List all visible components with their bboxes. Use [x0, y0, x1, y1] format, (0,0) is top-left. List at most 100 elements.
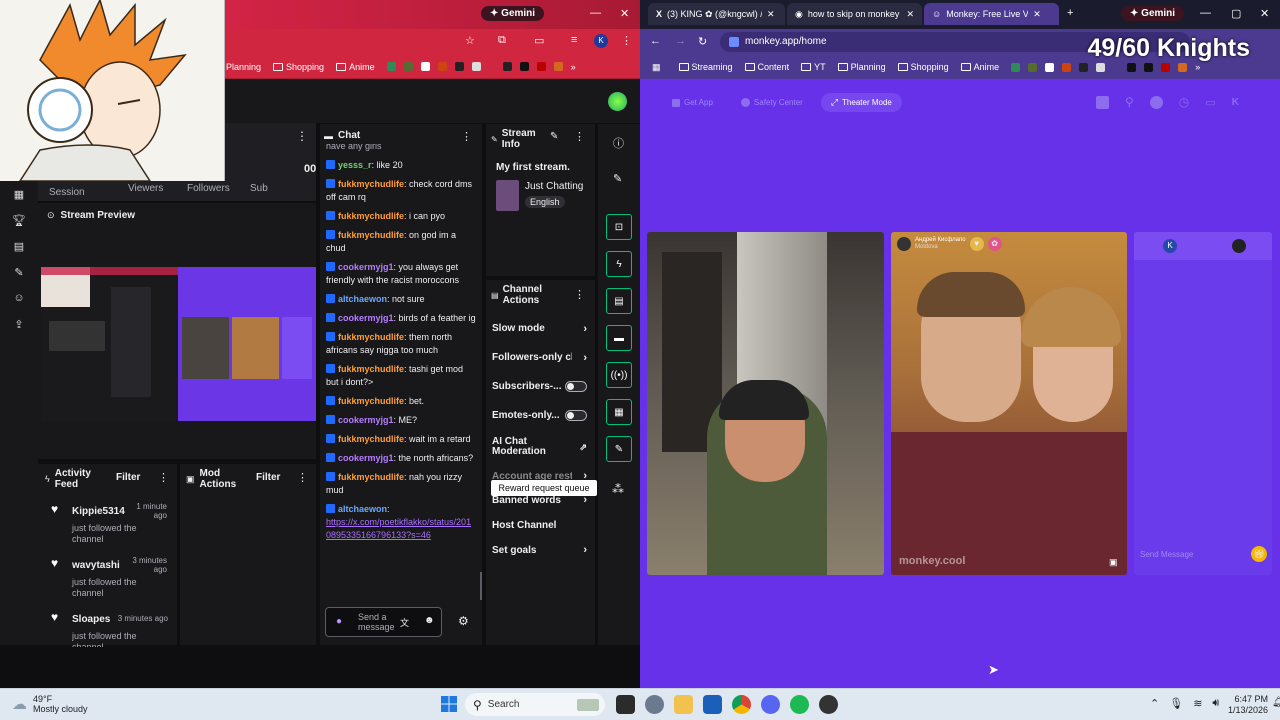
pencil-icon[interactable]: ✎: [613, 172, 622, 185]
chevron-up-icon[interactable]: ⌃: [1150, 697, 1159, 710]
discord-icon[interactable]: [761, 695, 780, 714]
gift-icon[interactable]: ✿: [987, 237, 1002, 251]
lightning-icon[interactable]: ϟ: [606, 251, 632, 277]
minimize-icon[interactable]: —: [1200, 7, 1211, 19]
emote-icon[interactable]: ☻: [424, 615, 435, 626]
gemini-button[interactable]: ✦ Gemini: [1121, 6, 1185, 21]
obs-icon[interactable]: [819, 695, 838, 714]
chat-username[interactable]: fukkmychudlife: [338, 230, 404, 240]
panel-menu-icon[interactable]: ⋮: [574, 130, 585, 143]
site-info-icon[interactable]: [729, 37, 739, 47]
host-channel-item[interactable]: Host Channel: [486, 512, 595, 538]
fullscreen-icon[interactable]: ▣: [1109, 557, 1118, 568]
media-icon[interactable]: ≡: [571, 34, 577, 46]
panel-menu-icon[interactable]: ⋮: [297, 471, 308, 484]
bookmark-content[interactable]: Content: [744, 62, 789, 72]
chat-username[interactable]: altchaewon: [338, 504, 387, 514]
bookmark-icon[interactable]: [1079, 62, 1089, 72]
bookmark-icon[interactable]: [1096, 62, 1106, 72]
gemini-button[interactable]: ✦ Gemini: [481, 6, 545, 21]
chat-username[interactable]: fukkmychudlife: [338, 364, 404, 374]
tab-x[interactable]: X (3) KING ✿ (@kngcwl) / X ✕: [648, 3, 785, 25]
x-icon[interactable]: [502, 62, 512, 71]
panel-menu-icon[interactable]: ⋮: [461, 130, 472, 143]
bookmark-icon[interactable]: [1144, 62, 1154, 72]
self-avatar[interactable]: K: [1163, 239, 1177, 253]
user-avatar[interactable]: [608, 92, 627, 111]
notification-icon[interactable]: 🔔︎: [1272, 697, 1280, 708]
panel-menu-icon[interactable]: ⋮: [296, 129, 308, 143]
volume-icon[interactable]: 🔊︎: [1212, 697, 1219, 710]
activity-item[interactable]: ♥ Sloapes 3 minutes ago just followed th…: [38, 608, 177, 662]
bookmark-icon[interactable]: [553, 62, 563, 71]
activity-item[interactable]: ♥ Kippie5314 1 minute ago just followed …: [38, 500, 177, 554]
community-icon[interactable]: ☺: [0, 285, 38, 311]
bookmark-icon[interactable]: [386, 62, 396, 71]
heart-badge-icon[interactable]: ♥: [969, 237, 984, 251]
chat-username[interactable]: cookermyjg1: [338, 453, 394, 463]
subscribers-only-item[interactable]: Subscribers-...: [486, 372, 595, 401]
menu-icon[interactable]: ⋮: [621, 34, 632, 47]
clock[interactable]: 6:47 PM 1/13/2026: [1228, 694, 1268, 716]
stream-preview-video[interactable]: [41, 267, 316, 421]
bookmark-icon[interactable]: [1045, 62, 1055, 72]
bookmark-streaming[interactable]: Streaming: [678, 62, 733, 72]
category-name[interactable]: Just Chatting: [525, 181, 583, 192]
panel-menu-icon[interactable]: ⋮: [574, 288, 585, 301]
trophy-icon[interactable]: 🏆︎: [0, 207, 38, 233]
safety-center-button[interactable]: Safety Center: [731, 94, 813, 111]
followers-only-item[interactable]: Followers-only ch ›: [486, 343, 595, 372]
get-app-button[interactable]: Get App: [662, 94, 723, 111]
close-icon[interactable]: ✕: [1033, 9, 1041, 20]
bookmark-icon[interactable]: [519, 62, 529, 71]
info-icon[interactable]: ⓘ: [613, 135, 624, 151]
set-goals-item[interactable]: Set goals ›: [486, 538, 595, 562]
store-icon[interactable]: [703, 695, 722, 714]
activity-item[interactable]: ♥ wavytashi 3 minutes ago just followed …: [38, 554, 177, 608]
bookmark-planning[interactable]: Planning: [837, 62, 886, 72]
reload-icon[interactable]: ↻: [698, 35, 707, 48]
bookmark-anime[interactable]: Anime: [960, 62, 999, 72]
chat-username[interactable]: fukkmychudlife: [338, 332, 404, 342]
wrench-icon[interactable]: ✎: [0, 259, 38, 285]
chat-icon[interactable]: ▬: [606, 325, 632, 351]
star-icon[interactable]: ☆: [465, 34, 475, 47]
search-icon[interactable]: ⚲: [1125, 95, 1134, 109]
tab-monkey[interactable]: ☺ Monkey: Free Live Vi ✕: [924, 3, 1059, 25]
taskbar-search[interactable]: ⚲ Search: [465, 693, 605, 716]
bookmark-icon[interactable]: [471, 62, 481, 71]
bookmark-yt[interactable]: YT: [801, 62, 826, 72]
history-icon[interactable]: ◷: [1179, 95, 1189, 109]
chat-username[interactable]: fukkmychudlife: [338, 434, 404, 444]
bookmark-icon[interactable]: [1028, 62, 1038, 72]
translate-icon[interactable]: 文: [400, 616, 409, 629]
store-icon[interactable]: [1096, 95, 1109, 109]
profile-avatar[interactable]: K: [1232, 97, 1239, 108]
bookmark-icon[interactable]: [403, 62, 413, 71]
bookmark-icon[interactable]: [1178, 62, 1188, 72]
bookmark-icon[interactable]: [1161, 62, 1171, 72]
settings-icon[interactable]: [645, 695, 664, 714]
x-icon[interactable]: [1127, 62, 1137, 72]
upload-icon[interactable]: ⇪: [0, 311, 38, 337]
send-message-input[interactable]: Send Message: [1140, 550, 1193, 559]
more-bookmarks-icon[interactable]: »: [571, 62, 576, 72]
messages-icon[interactable]: ▭: [1205, 96, 1215, 109]
bookmark-icon[interactable]: [437, 62, 447, 71]
forward-icon[interactable]: →: [675, 35, 686, 47]
chat-input[interactable]: ● Send a message 文 ☻: [325, 607, 442, 637]
more-bookmarks-icon[interactable]: »: [1195, 62, 1200, 72]
category-thumbnail[interactable]: [496, 180, 519, 211]
emotes-only-toggle[interactable]: [565, 410, 587, 421]
globe-icon[interactable]: [1149, 95, 1163, 109]
slow-mode-item[interactable]: Slow mode ›: [486, 314, 595, 343]
queue-icon[interactable]: ▦: [606, 399, 632, 425]
weather-widget[interactable]: ☁ 49°F Mostly cloudy: [12, 694, 88, 714]
bookmark-icon[interactable]: [1011, 62, 1021, 72]
bookmark-planning[interactable]: Planning: [226, 62, 261, 72]
new-tab-icon[interactable]: +: [1067, 7, 1073, 19]
back-icon[interactable]: ←: [650, 35, 661, 47]
edit-icon[interactable]: ✎: [550, 131, 558, 142]
bookmark-icon[interactable]: [420, 62, 430, 71]
gift-button-icon[interactable]: 🎁︎: [1251, 546, 1267, 562]
